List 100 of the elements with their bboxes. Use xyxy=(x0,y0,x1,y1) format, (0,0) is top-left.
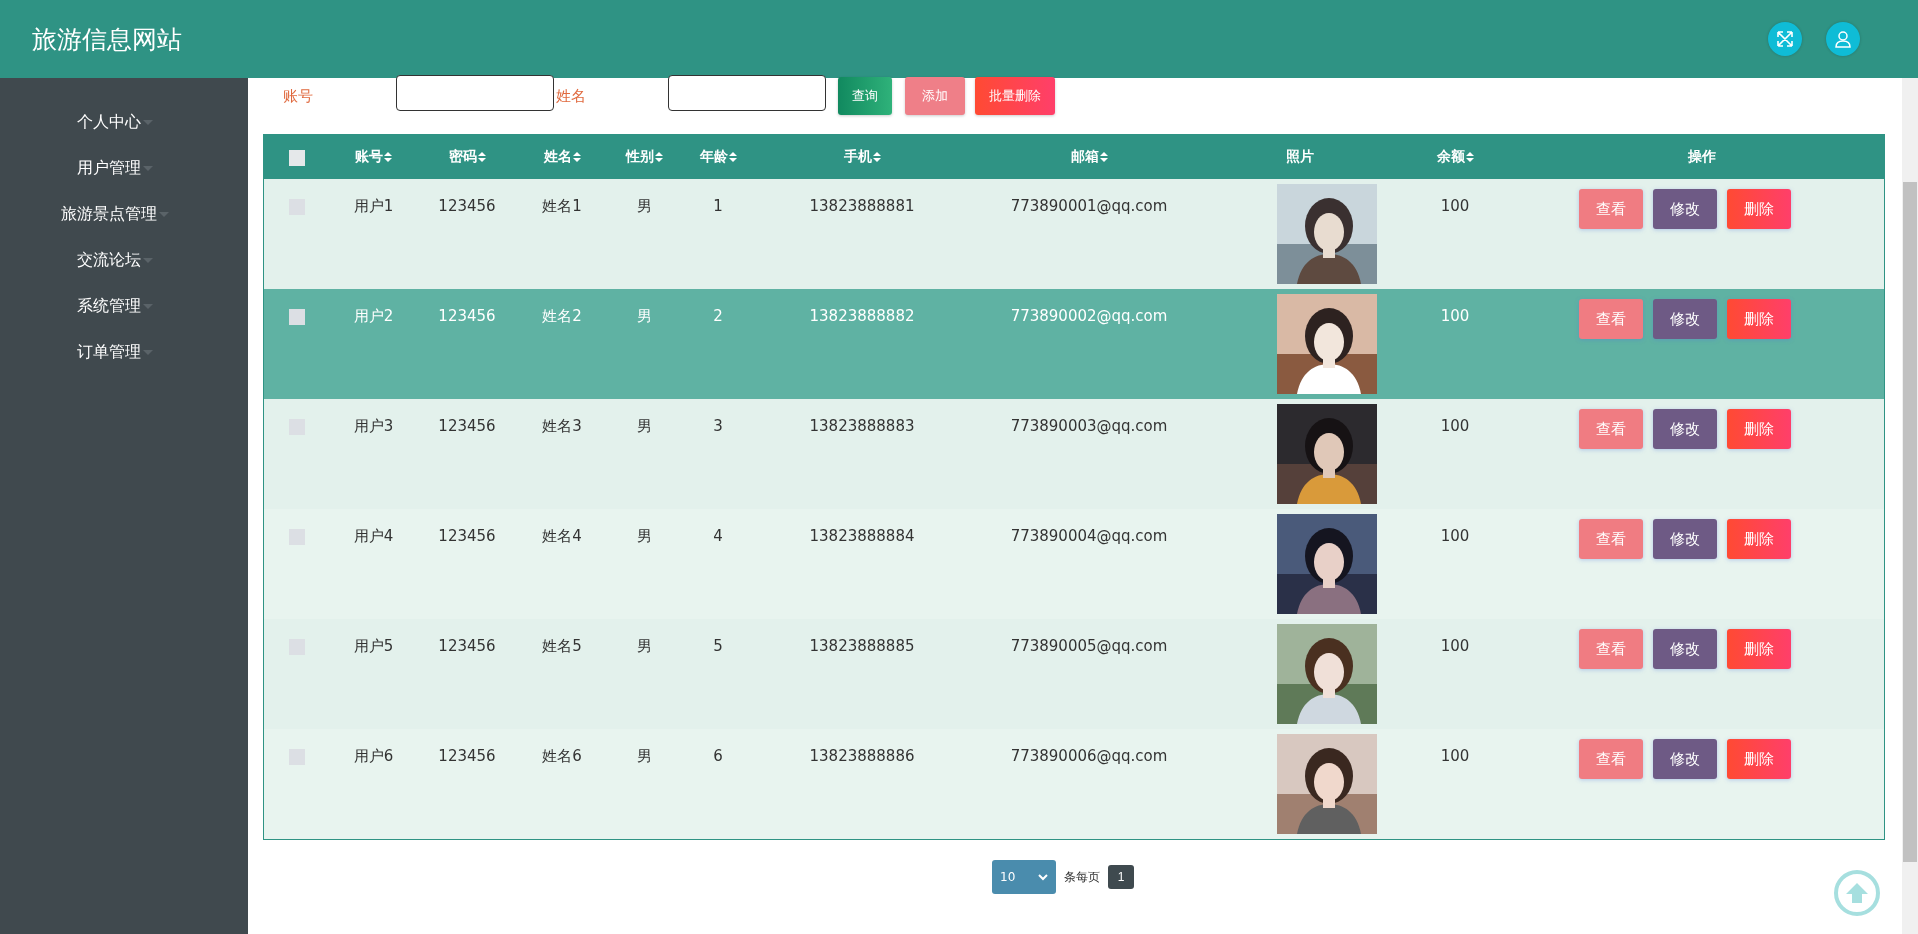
sort-icon[interactable] xyxy=(477,152,486,162)
delete-button[interactable]: 删除 xyxy=(1726,519,1791,559)
sort-icon[interactable] xyxy=(728,152,737,162)
per-page-label: 条每页 xyxy=(1064,868,1100,886)
table-cell: 13823888882 xyxy=(809,307,915,325)
table-cell: 男 xyxy=(637,417,652,435)
input-field[interactable] xyxy=(668,75,826,111)
edit-button[interactable]: 修改 xyxy=(1652,299,1717,339)
caret-icon xyxy=(143,257,153,263)
sidebar-menu-item[interactable]: 旅游景点管理 xyxy=(61,191,169,237)
table-cell: 6 xyxy=(713,747,723,765)
table-cell: 姓名3 xyxy=(542,417,582,435)
table-cell: 用户6 xyxy=(353,747,394,765)
column-header[interactable]: 手机 xyxy=(843,148,872,166)
table-cell: 用户4 xyxy=(353,527,394,545)
delete-button[interactable]: 删除 xyxy=(1726,189,1791,229)
table-cell: 123456 xyxy=(438,747,496,765)
table-cell: 773890006@qq.com xyxy=(1010,747,1168,765)
sidebar-menu-item[interactable]: 个人中心 xyxy=(77,99,153,145)
delete-button[interactable]: 删除 xyxy=(1726,299,1791,339)
field-label: 账号 xyxy=(282,86,314,106)
table-cell: 男 xyxy=(637,527,652,545)
sort-icon[interactable] xyxy=(1465,152,1474,162)
column-header[interactable]: 账号 xyxy=(355,148,383,166)
view-button[interactable]: 查看 xyxy=(1578,739,1643,779)
table-cell: 773890005@qq.com xyxy=(1010,637,1168,655)
delete-button[interactable]: 删除 xyxy=(1726,409,1791,449)
row-checkbox[interactable] xyxy=(289,308,305,325)
view-button[interactable]: 查看 xyxy=(1578,519,1643,559)
table-cell: 13823888883 xyxy=(809,417,915,435)
select-all-checkbox[interactable] xyxy=(289,149,305,166)
scrollbar[interactable] xyxy=(1902,78,1918,934)
delete-button[interactable]: 删除 xyxy=(1726,629,1791,669)
sidebar-menu-item[interactable]: 交流论坛 xyxy=(77,237,153,283)
column-header: 操作 xyxy=(1687,148,1716,166)
table-cell: 男 xyxy=(637,307,652,325)
user-button[interactable] xyxy=(1826,22,1860,56)
table-cell: 100 xyxy=(1440,417,1470,435)
sidebar-menu-item[interactable]: 系统管理 xyxy=(77,283,153,329)
table-cell: 1 xyxy=(713,197,723,215)
table-cell: 123456 xyxy=(438,417,496,435)
input-field[interactable] xyxy=(396,75,554,111)
edit-button[interactable]: 修改 xyxy=(1652,629,1717,669)
table-cell: 2 xyxy=(713,307,723,325)
table-cell: 100 xyxy=(1440,747,1470,765)
caret-icon xyxy=(143,349,153,355)
table-cell: 13823888886 xyxy=(809,747,915,765)
view-button[interactable]: 查看 xyxy=(1578,299,1643,339)
table-cell: 123456 xyxy=(438,527,496,545)
sort-icon[interactable] xyxy=(1099,152,1108,162)
view-button[interactable]: 查看 xyxy=(1578,629,1643,669)
view-button[interactable]: 查看 xyxy=(1578,189,1643,229)
table-cell: 13823888884 xyxy=(809,527,915,545)
edit-button[interactable]: 修改 xyxy=(1652,739,1717,779)
search-button[interactable]: 查询 xyxy=(838,77,892,115)
table-cell: 773890003@qq.com xyxy=(1010,417,1168,435)
column-header[interactable]: 邮箱 xyxy=(1070,148,1099,166)
column-header[interactable]: 余额 xyxy=(1436,148,1465,166)
add-button[interactable]: 添加 xyxy=(905,77,965,115)
caret-icon xyxy=(143,119,153,125)
view-button[interactable]: 查看 xyxy=(1578,409,1643,449)
table-cell: 100 xyxy=(1440,637,1470,655)
sidebar-menu-item[interactable]: 用户管理 xyxy=(77,145,153,191)
edit-button[interactable]: 修改 xyxy=(1652,519,1717,559)
caret-icon xyxy=(159,211,169,217)
column-header[interactable]: 性别 xyxy=(626,148,654,166)
fullscreen-button[interactable] xyxy=(1768,22,1802,56)
table-cell: 5 xyxy=(713,637,723,655)
table-cell: 100 xyxy=(1440,197,1470,215)
site-title: 旅游信息网站 xyxy=(32,23,182,56)
column-header[interactable]: 姓名 xyxy=(543,148,572,166)
table-cell: 123456 xyxy=(438,197,496,215)
user-icon xyxy=(1834,30,1852,48)
table-cell: 男 xyxy=(637,637,652,655)
sort-icon[interactable] xyxy=(572,152,581,162)
sort-icon[interactable] xyxy=(384,152,392,162)
edit-button[interactable]: 修改 xyxy=(1652,409,1717,449)
column-header[interactable]: 年龄 xyxy=(699,148,728,166)
table-cell: 773890001@qq.com xyxy=(1010,197,1168,215)
table-cell: 100 xyxy=(1440,307,1470,325)
edit-button[interactable]: 修改 xyxy=(1652,189,1717,229)
column-header[interactable]: 密码 xyxy=(448,148,477,166)
delete-button[interactable]: 删除 xyxy=(1726,739,1791,779)
table-cell: 3 xyxy=(713,417,723,435)
table-cell: 13823888885 xyxy=(809,637,915,655)
table-cell: 姓名4 xyxy=(542,527,582,545)
page-button[interactable]: 1 xyxy=(1108,865,1134,889)
table-cell: 123456 xyxy=(438,307,496,325)
sidebar-menu-item[interactable]: 订单管理 xyxy=(77,329,153,375)
sort-icon[interactable] xyxy=(655,152,663,162)
table-cell: 4 xyxy=(713,527,723,545)
sort-icon[interactable] xyxy=(872,152,881,162)
caret-icon xyxy=(143,165,153,171)
up-arrow-icon xyxy=(1844,880,1870,906)
field-label: 姓名 xyxy=(555,86,587,106)
page-size-select[interactable]: 10 xyxy=(992,860,1056,894)
batch-delete-button[interactable]: 批量删除 xyxy=(975,77,1055,115)
table-cell: 13823888881 xyxy=(809,197,915,215)
table-cell: 姓名2 xyxy=(542,307,582,325)
table-cell: 姓名1 xyxy=(542,197,582,215)
